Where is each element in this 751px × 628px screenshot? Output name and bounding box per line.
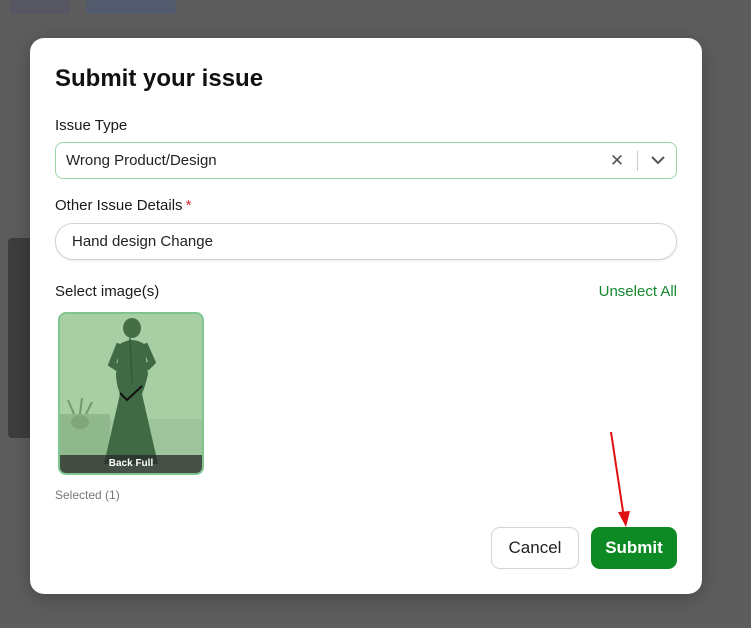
issue-type-label: Issue Type — [55, 117, 128, 134]
submit-issue-dialog: Submit your issue Issue Type Wrong Produ… — [30, 38, 702, 594]
chevron-down-icon[interactable] — [644, 156, 672, 165]
select-images-label: Select image(s) — [55, 283, 160, 300]
issue-type-value: Wrong Product/Design — [66, 152, 217, 169]
unselect-all-link[interactable]: Unselect All — [599, 283, 677, 300]
dialog-title: Submit your issue — [55, 65, 264, 92]
image-caption: Back Full — [60, 455, 202, 473]
issue-type-select[interactable]: Wrong Product/Design ✕ — [55, 142, 677, 179]
submit-button[interactable]: Submit — [591, 527, 677, 569]
select-separator — [637, 150, 638, 171]
issue-details-input[interactable] — [55, 223, 677, 260]
image-thumbnail[interactable]: Back Full — [58, 312, 204, 475]
checkmark-icon — [119, 385, 143, 402]
details-label-text: Other Issue Details — [55, 197, 183, 214]
details-label: Other Issue Details * — [55, 197, 191, 214]
close-icon[interactable]: ✕ — [603, 151, 631, 171]
selected-count: Selected (1) — [55, 488, 120, 502]
required-mark: * — [185, 197, 192, 214]
cancel-button[interactable]: Cancel — [491, 527, 579, 569]
